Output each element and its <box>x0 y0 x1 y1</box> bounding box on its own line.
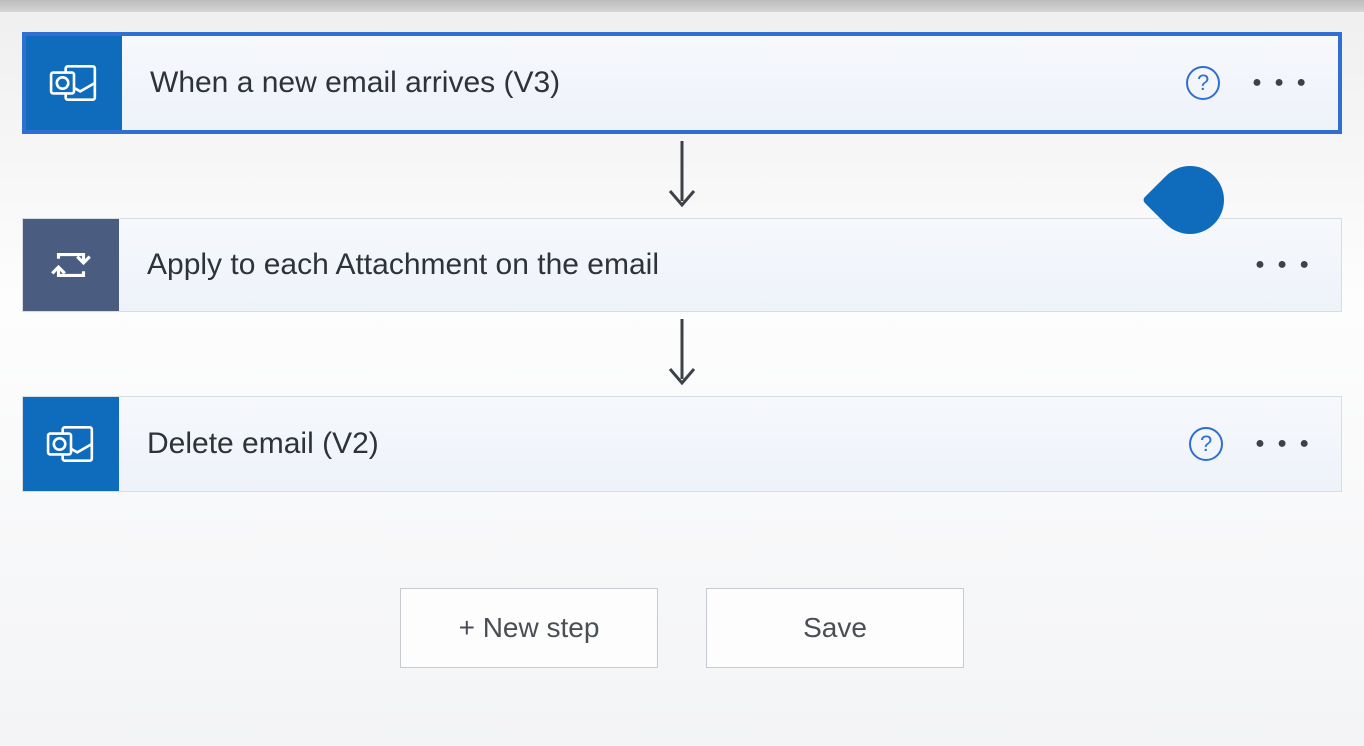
loop-icon <box>23 219 119 311</box>
step-title: Delete email (V2) <box>147 427 1189 461</box>
step-actions: ● ● ● <box>1251 248 1317 282</box>
more-menu-icon[interactable]: ● ● ● <box>1251 248 1317 282</box>
new-step-button[interactable]: + New step <box>400 588 658 668</box>
step-actions: ? ● ● ● <box>1186 66 1314 100</box>
flow-arrow <box>660 312 704 396</box>
flow-step-foreach[interactable]: Apply to each Attachment on the email ● … <box>22 218 1342 312</box>
save-button[interactable]: Save <box>706 588 964 668</box>
help-icon[interactable]: ? <box>1189 427 1223 461</box>
window-top-gradient <box>0 0 1364 12</box>
footer-buttons: + New step Save <box>22 588 1342 668</box>
flow-arrow <box>660 134 704 218</box>
help-icon[interactable]: ? <box>1186 66 1220 100</box>
outlook-icon <box>23 397 119 491</box>
step-body: Delete email (V2) ? ● ● ● <box>119 397 1341 491</box>
step-title: Apply to each Attachment on the email <box>147 248 1251 282</box>
step-actions: ? ● ● ● <box>1189 427 1317 461</box>
step-body: When a new email arrives (V3) ? ● ● ● <box>122 36 1338 130</box>
more-menu-icon[interactable]: ● ● ● <box>1251 427 1317 461</box>
outlook-icon <box>26 36 122 130</box>
flow-canvas: When a new email arrives (V3) ? ● ● ● Ap… <box>0 12 1364 668</box>
flow-step-trigger[interactable]: When a new email arrives (V3) ? ● ● ● <box>22 32 1342 134</box>
more-menu-icon[interactable]: ● ● ● <box>1248 66 1314 100</box>
flow-step-delete-email[interactable]: Delete email (V2) ? ● ● ● <box>22 396 1342 492</box>
step-body: Apply to each Attachment on the email ● … <box>119 219 1341 311</box>
step-title: When a new email arrives (V3) <box>150 66 1186 100</box>
